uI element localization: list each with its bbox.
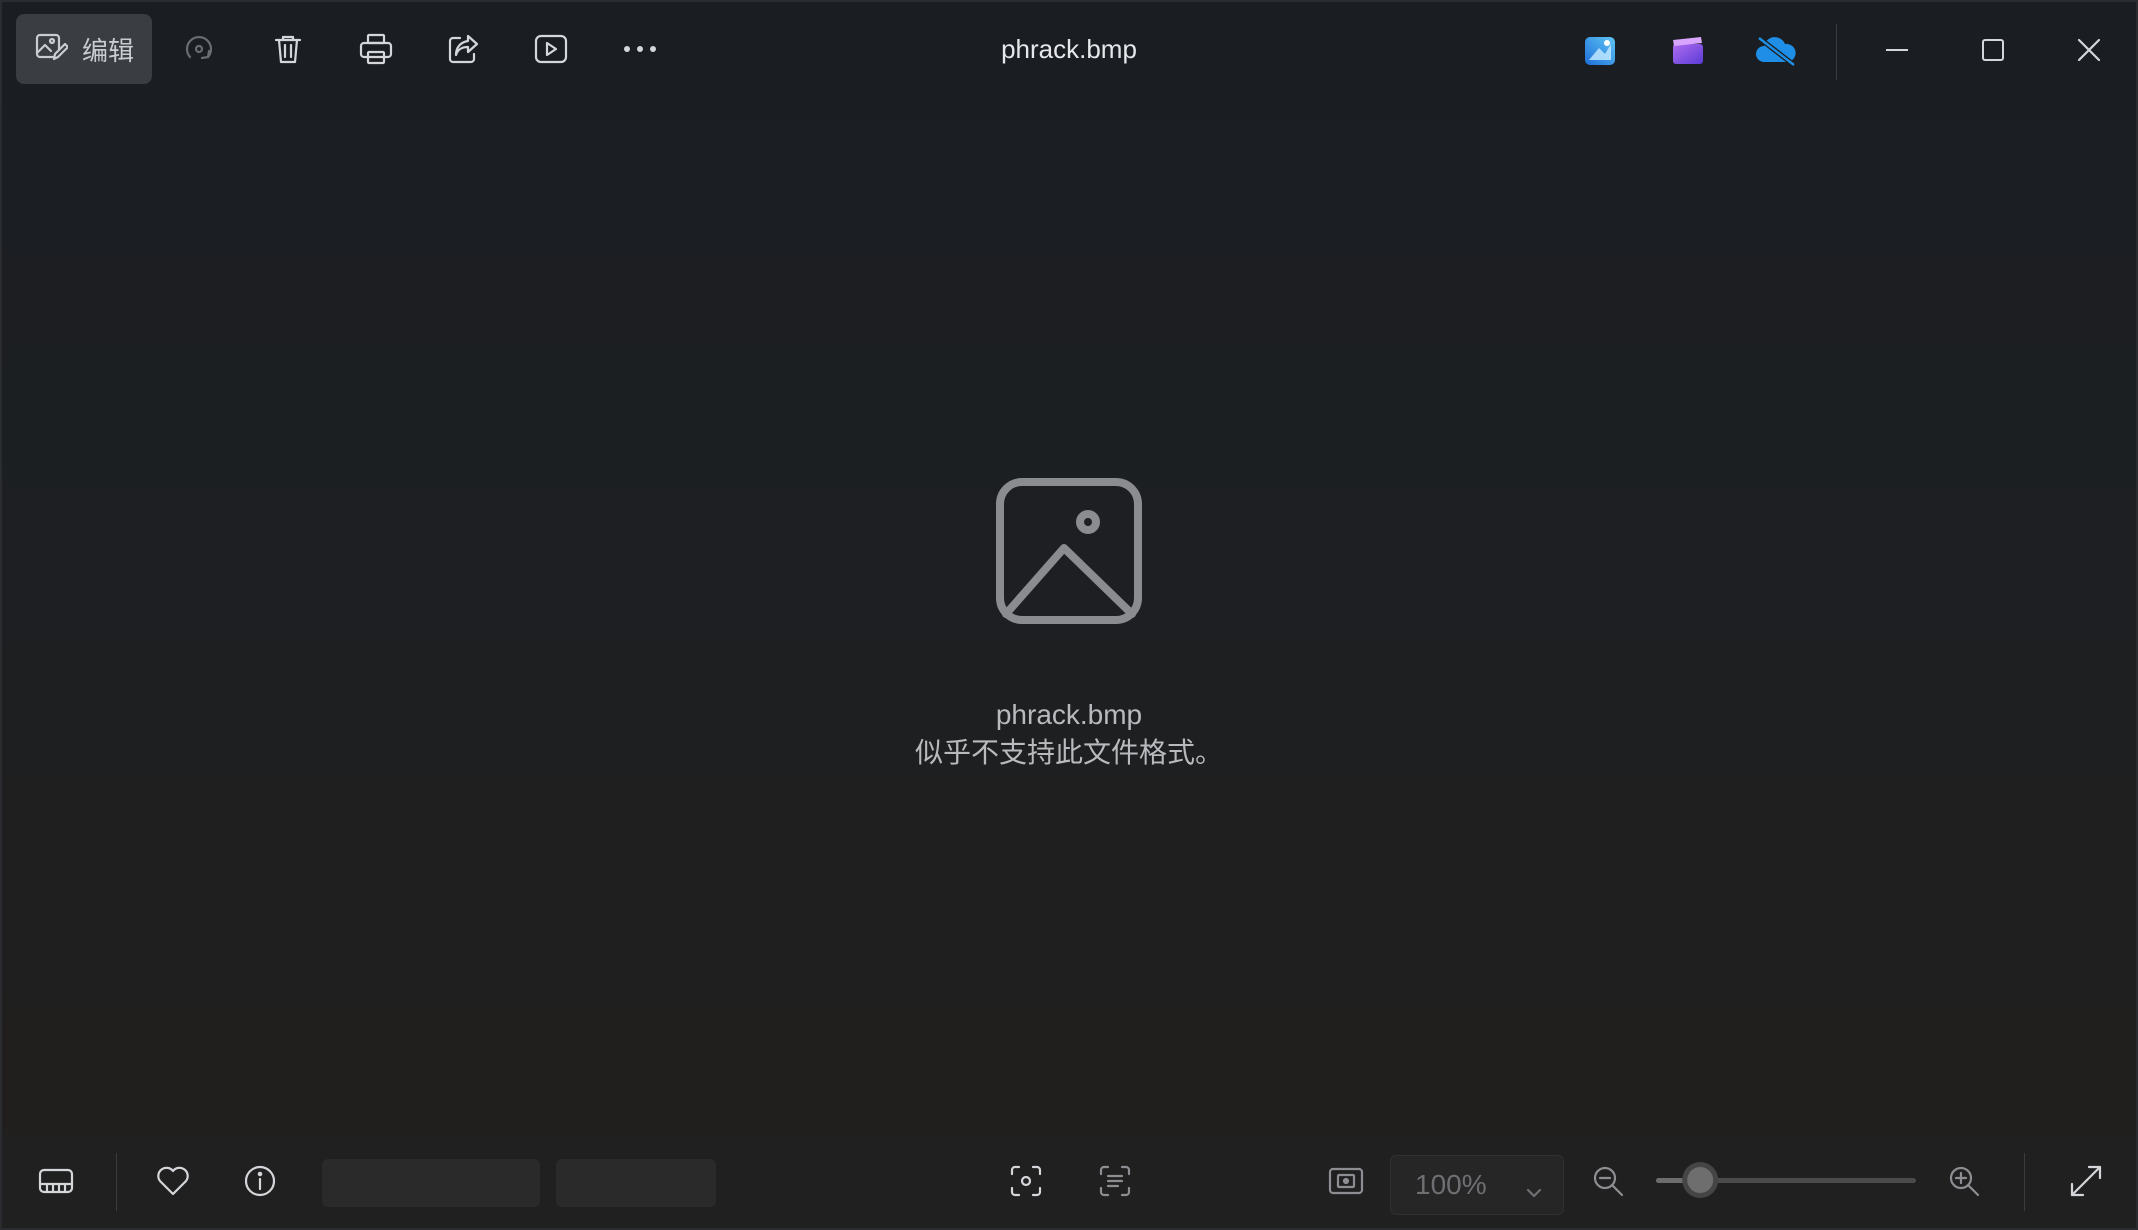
- info-placeholder-pill-2: [556, 1159, 716, 1207]
- filmstrip-toggle-button[interactable]: [30, 1155, 82, 1207]
- zoom-out-button[interactable]: [1582, 1155, 1634, 1207]
- command-bar: 编辑 phrack.bmp: [2, 2, 2136, 102]
- rotate-icon: [185, 35, 213, 60]
- minimize-icon: [1886, 49, 1908, 51]
- text-scan-button[interactable]: [1089, 1155, 1141, 1207]
- share-icon: [448, 34, 479, 64]
- info-icon: [244, 1165, 276, 1197]
- clipchamp-app-button[interactable]: [1665, 28, 1711, 74]
- visual-search-icon: [1010, 1165, 1042, 1197]
- maximize-button[interactable]: [1958, 20, 2028, 80]
- zoom-out-icon: [1593, 1166, 1624, 1197]
- zoom-in-icon: [1949, 1166, 1980, 1197]
- zoom-in-button[interactable]: [1938, 1155, 1990, 1207]
- filmstrip-icon: [38, 1168, 74, 1194]
- rotate-button[interactable]: [174, 24, 224, 74]
- more-options-button[interactable]: [615, 24, 665, 74]
- window-title: phrack.bmp: [1001, 34, 1137, 64]
- edit-button-label: 编辑: [82, 35, 135, 66]
- share-button[interactable]: [438, 24, 488, 74]
- photos-window: 编辑 phrack.bmp phrack.bmp 似乎不支持此文件格式。 100…: [0, 0, 2138, 1230]
- minimize-button[interactable]: [1862, 20, 1932, 80]
- zoom-slider-thumb-core: [1687, 1167, 1714, 1193]
- more-icon: [624, 46, 656, 52]
- clipchamp-app-icon: [1673, 37, 1703, 64]
- placeholder-filename: phrack.bmp: [995, 699, 1143, 730]
- expand-icon: [2070, 1165, 2102, 1197]
- fit-to-window-icon: [1328, 1167, 1364, 1195]
- heart-icon: [157, 1166, 189, 1196]
- trash-icon: [274, 35, 302, 64]
- close-icon: [2077, 38, 2101, 62]
- edit-button[interactable]: 编辑: [16, 14, 152, 84]
- file-info-button[interactable]: [234, 1155, 286, 1207]
- titlebar-divider: [1836, 24, 1837, 80]
- designer-app-button[interactable]: [1577, 28, 1623, 74]
- zoom-level-dropdown[interactable]: 100%: [1390, 1155, 1564, 1215]
- text-scan-icon: [1099, 1165, 1131, 1197]
- printer-icon: [359, 33, 393, 65]
- zoom-level-value: 100%: [1415, 1169, 1487, 1200]
- maximize-icon: [1982, 39, 2004, 61]
- onedrive-button[interactable]: [1753, 28, 1799, 74]
- bottombar-divider-left: [116, 1153, 117, 1211]
- chevron-down-icon: [1525, 1174, 1543, 1206]
- designer-app-icon: [1585, 37, 1615, 65]
- image-placeholder-icon: [994, 476, 1144, 626]
- bottombar-divider-right: [2024, 1153, 2025, 1211]
- full-screen-button[interactable]: [2060, 1155, 2112, 1207]
- unsupported-format-message: 似乎不支持此文件格式。: [914, 737, 1223, 768]
- info-placeholder-pill-1: [322, 1159, 540, 1207]
- delete-button[interactable]: [263, 24, 313, 74]
- play-slideshow-icon: [534, 34, 568, 64]
- onedrive-offline-icon: [1756, 36, 1796, 67]
- actual-size-button[interactable]: [1320, 1155, 1372, 1207]
- unsupported-file-placeholder: phrack.bmp 似乎不支持此文件格式。: [2, 476, 2136, 772]
- edit-image-icon: [34, 29, 82, 70]
- close-button[interactable]: [2054, 20, 2124, 80]
- favorite-button[interactable]: [147, 1155, 199, 1207]
- print-button[interactable]: [351, 24, 401, 74]
- visual-search-button[interactable]: [1000, 1155, 1052, 1207]
- slideshow-button[interactable]: [526, 24, 576, 74]
